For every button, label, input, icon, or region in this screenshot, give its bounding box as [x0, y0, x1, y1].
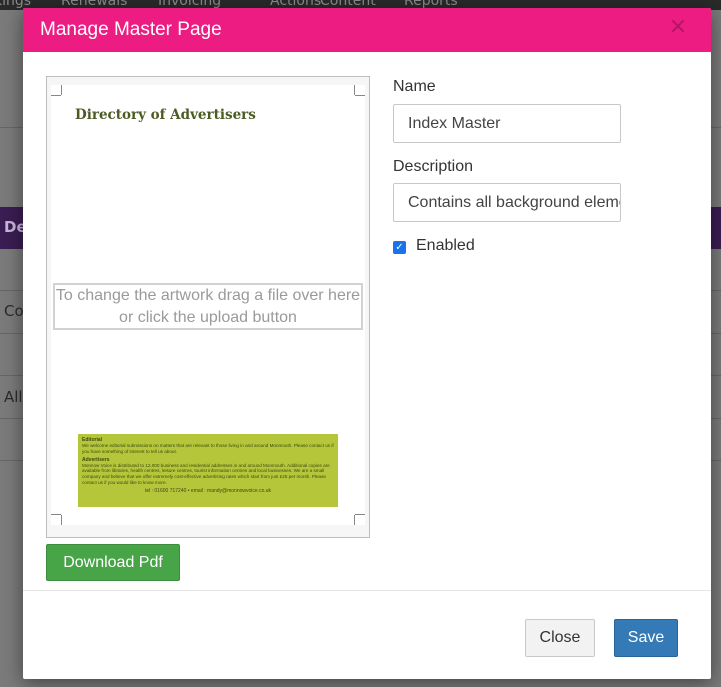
- background-row-text: Co: [4, 302, 24, 320]
- dialog-header: Manage Master Page ×: [23, 8, 711, 52]
- crop-mark: [355, 514, 365, 515]
- page-heading: Directory of Advertisers: [75, 107, 256, 123]
- footer-divider: [23, 590, 711, 591]
- crop-mark: [61, 85, 62, 95]
- crop-mark: [51, 514, 61, 515]
- download-pdf-button[interactable]: Download Pdf: [46, 544, 180, 581]
- crop-mark: [61, 515, 62, 525]
- crop-mark: [355, 95, 365, 96]
- page-thumbnail: Directory of Advertisers To change the a…: [51, 85, 365, 525]
- editorial-text: We welcome editorial submissions on matt…: [82, 443, 334, 454]
- name-input[interactable]: Index Master: [393, 104, 621, 143]
- name-label: Name: [393, 78, 436, 95]
- enabled-label: Enabled: [416, 237, 475, 254]
- crop-mark: [51, 95, 61, 96]
- advertisers-text: Monnow Voice is distributed to 12,000 bu…: [82, 462, 330, 485]
- manage-master-page-dialog: Manage Master Page × Directory of Advert…: [23, 8, 711, 679]
- artwork-preview[interactable]: Directory of Advertisers To change the a…: [46, 76, 370, 538]
- crop-mark: [354, 85, 355, 95]
- description-input[interactable]: Contains all background elements: [393, 183, 621, 222]
- save-button[interactable]: Save: [614, 619, 678, 657]
- crop-mark: [354, 515, 355, 525]
- contact-line: tel : 01600 717240 • email : mandy@monno…: [144, 487, 272, 494]
- upload-dropzone[interactable]: To change the artwork drag a file over h…: [53, 283, 363, 330]
- close-icon[interactable]: ×: [668, 16, 688, 38]
- background-row-text: All: [4, 388, 23, 406]
- description-label: Description: [393, 158, 474, 175]
- enabled-checkbox[interactable]: ✓: [393, 241, 406, 254]
- close-button[interactable]: Close: [525, 619, 595, 657]
- dialog-title: Manage Master Page: [40, 19, 222, 40]
- advert-box: Editorial We welcome editorial submissio…: [78, 434, 338, 507]
